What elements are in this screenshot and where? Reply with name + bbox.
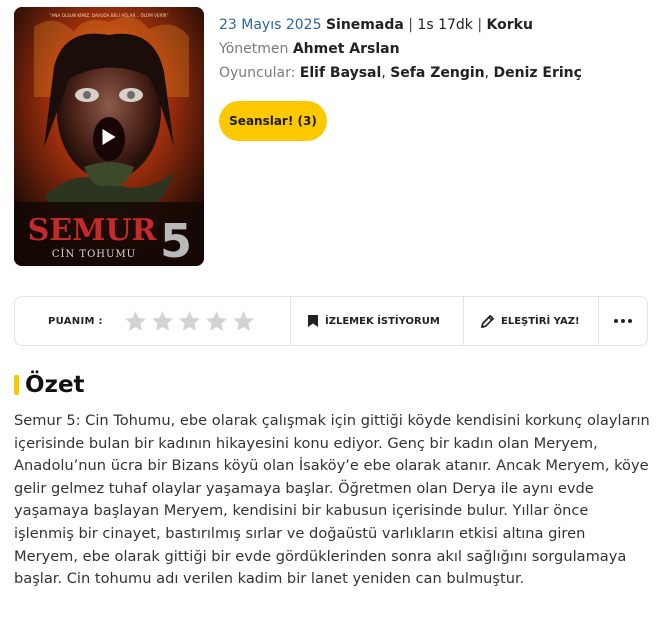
cast-link[interactable]: Sefa Zengin <box>390 65 484 81</box>
summary-text: Semur 5: Cin Tohumu, ebe olarak çalışmak… <box>14 412 650 588</box>
poster-number-art: 5 <box>160 214 192 266</box>
more-options-icon <box>614 319 632 323</box>
movie-poster[interactable]: SEMUR 5 CİN TOHUMU "ANA OLSUN KİMİZ, DAV… <box>14 7 204 266</box>
movie-meta: 23 Mayıs 2025 Sinemada | 1s 17dk | Korku… <box>219 13 582 85</box>
release-date: 23 Mayıs 2025 <box>219 17 322 33</box>
cast-link[interactable]: Elif Baysal <box>300 65 382 81</box>
release-info-line: 23 Mayıs 2025 Sinemada | 1s 17dk | Korku <box>219 13 582 37</box>
comma: , <box>381 65 391 81</box>
watchlist-label: İZLEMEK İSTİYORUM <box>325 315 440 327</box>
cast-label: Oyuncular: <box>219 65 296 81</box>
star-rating <box>123 309 256 334</box>
more-options-button[interactable] <box>599 297 647 345</box>
review-label: ELEŞTİRİ YAZ! <box>501 315 580 327</box>
cast-line: Oyuncular: Elif Baysal, Sefa Zengin, Den… <box>219 61 582 85</box>
action-bar: PUANIM : İZLEMEK İSTİYORUM ELEŞTİRİ YAZ! <box>14 296 648 346</box>
watchlist-button[interactable]: İZLEMEK İSTİYORUM <box>291 297 464 345</box>
comma: , <box>484 65 494 81</box>
star-icon[interactable] <box>123 309 148 334</box>
poster-title-art: SEMUR <box>28 213 158 248</box>
bookmark-icon <box>307 314 319 328</box>
rating-label: PUANIM : <box>48 315 103 327</box>
release-status: Sinemada <box>325 17 404 33</box>
rating-widget: PUANIM : <box>15 297 291 345</box>
summary-heading: Özet <box>25 372 85 398</box>
section-accent-bar <box>14 375 19 395</box>
separator: | <box>403 17 418 33</box>
runtime: 1s 17dk <box>417 17 473 33</box>
genre-link[interactable]: Korku <box>487 17 533 33</box>
star-icon[interactable] <box>204 309 229 334</box>
poster-tagline: "ANA OLSUN KİMİZ, DAVUDA BELİ AĞLAR... Ö… <box>49 13 168 18</box>
sessions-button[interactable]: Seanslar! (3) <box>219 101 327 141</box>
star-icon[interactable] <box>150 309 175 334</box>
star-icon[interactable] <box>231 309 256 334</box>
director-link[interactable]: Ahmet Arslan <box>293 41 400 57</box>
director-label: Yönetmen <box>219 41 289 57</box>
write-review-button[interactable]: ELEŞTİRİ YAZ! <box>464 297 599 345</box>
poster-subtitle-art: CİN TOHUMU <box>52 248 136 260</box>
director-line: Yönetmen Ahmet Arslan <box>219 37 582 61</box>
star-icon[interactable] <box>177 309 202 334</box>
separator: | <box>472 17 487 33</box>
cast-link[interactable]: Deniz Erinç <box>494 65 582 81</box>
pencil-icon <box>480 314 495 329</box>
play-trailer-icon[interactable] <box>102 128 116 145</box>
summary-header: Özet <box>14 372 85 398</box>
